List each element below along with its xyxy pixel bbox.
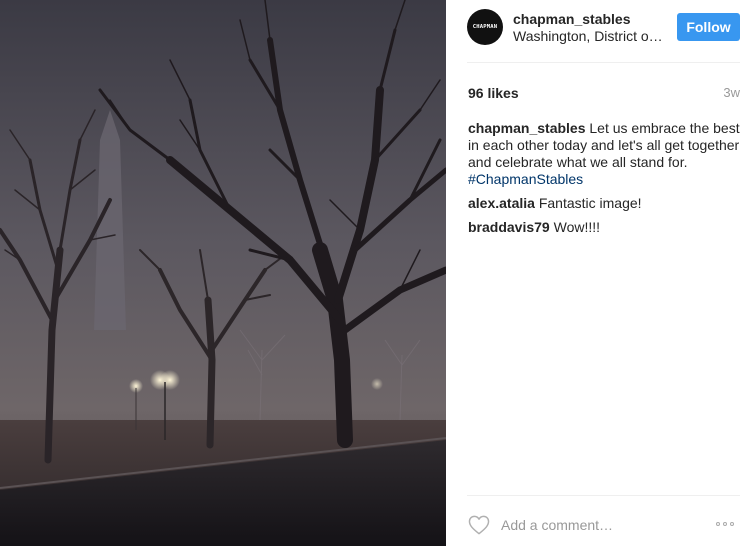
comment-username[interactable]: chapman_stables: [468, 120, 586, 136]
instagram-post: CHAPMAN chapman_stables Washington, Dist…: [0, 0, 748, 546]
username-link[interactable]: chapman_stables: [513, 11, 631, 27]
comment-username[interactable]: braddavis79: [468, 219, 550, 235]
follow-button[interactable]: Follow: [677, 13, 740, 41]
more-options-icon[interactable]: [716, 519, 740, 529]
comment-caption: chapman_stables Let us embrace the best …: [468, 120, 740, 188]
divider: [467, 62, 740, 63]
comment: braddavis79 Wow!!!!: [468, 219, 740, 236]
comment-text: Fantastic image!: [538, 195, 642, 211]
avatar[interactable]: CHAPMAN: [467, 9, 503, 45]
foggy-trees-image: [0, 0, 446, 546]
divider: [467, 495, 740, 496]
comment: alex.atalia Fantastic image!: [468, 195, 740, 212]
post-age[interactable]: 3w: [723, 85, 740, 100]
hashtag-link[interactable]: #ChapmanStables: [468, 171, 583, 187]
heart-outline-icon[interactable]: [468, 515, 490, 535]
likes-count[interactable]: 96 likes: [468, 85, 519, 101]
comment-text: Wow!!!!: [553, 219, 601, 235]
dot: [716, 522, 720, 526]
location-link[interactable]: Washington, District of Columbia: [513, 28, 663, 44]
post-photo[interactable]: [0, 0, 446, 546]
comment-bar: [446, 505, 748, 545]
avatar-logo-text: CHAPMAN: [472, 24, 498, 30]
comments-list: chapman_stables Let us embrace the best …: [468, 120, 740, 243]
dot: [730, 522, 734, 526]
add-comment-input[interactable]: [501, 515, 701, 535]
dot: [723, 522, 727, 526]
comment-username[interactable]: alex.atalia: [468, 195, 535, 211]
post-header: CHAPMAN chapman_stables Washington, Dist…: [446, 0, 748, 62]
post-sidebar: CHAPMAN chapman_stables Washington, Dist…: [446, 0, 748, 546]
